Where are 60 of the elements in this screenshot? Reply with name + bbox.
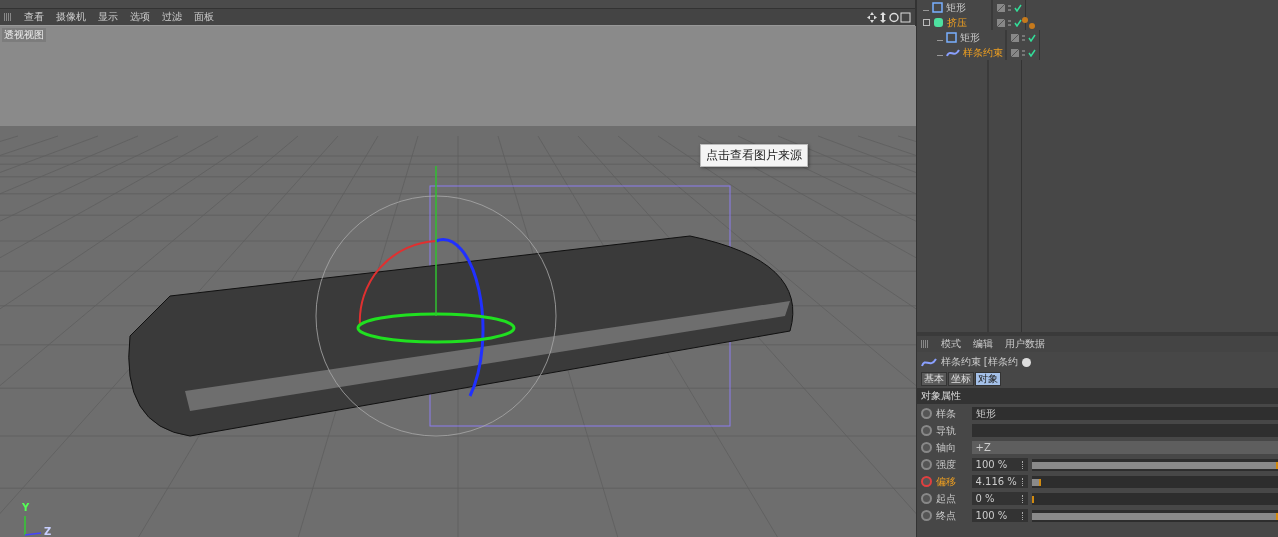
curve-icon (920, 356, 937, 368)
menu-item[interactable]: 显示 (98, 10, 118, 24)
square-icon (931, 2, 943, 13)
axis-label: Y (22, 502, 30, 513)
keyframe-circle-icon[interactable] (920, 408, 932, 419)
number-field[interactable]: 100 % (971, 458, 1028, 471)
keyframe-circle-icon[interactable] (920, 459, 932, 470)
keyframe-circle-icon[interactable] (920, 476, 932, 487)
tooltip: 点击查看图片来源 (700, 144, 808, 167)
object-row[interactable]: 矩形 (916, 0, 1278, 15)
number-field[interactable]: 4.116 % (971, 475, 1028, 488)
tab[interactable]: 对象 (974, 372, 1001, 386)
parameter-label: 起点 (935, 491, 957, 506)
object-row[interactable]: 挤压 (916, 15, 1278, 30)
grip-icon (4, 13, 12, 21)
object-title: 样条约束 [样条约 (940, 355, 1018, 369)
slider-track[interactable] (1031, 475, 1278, 488)
parameter-label: 偏移 (935, 474, 957, 489)
parameter-label: 导轨 (935, 423, 957, 438)
menu-item[interactable]: 面板 (194, 10, 214, 24)
link-field[interactable]: 矩形 (971, 407, 1278, 420)
circle-icon (1021, 357, 1031, 367)
cube-icon (932, 17, 944, 28)
object-name: 样条约束 (962, 45, 1003, 60)
tab[interactable]: 基本 (920, 372, 947, 386)
object-name: 挤压 (946, 15, 967, 30)
parameter-label: 轴向 (935, 440, 957, 455)
dropdown[interactable]: +Z (971, 441, 1278, 454)
menu-item[interactable]: 编辑 (972, 337, 993, 351)
menu-item[interactable]: 模式 (940, 337, 961, 351)
material-tag-icon[interactable] (1020, 16, 1037, 30)
parameter-label: 样条 (935, 406, 957, 421)
viewport-navigation-icon[interactable] (866, 11, 911, 23)
menu-item[interactable]: 选项 (130, 10, 150, 24)
menu-item[interactable]: 查看 (24, 10, 44, 24)
menu-item[interactable]: 过滤 (162, 10, 182, 24)
keyframe-circle-icon[interactable] (920, 425, 932, 436)
axis-label: Z (44, 526, 52, 537)
object-name: 矩形 (945, 0, 966, 15)
keyframe-circle-icon[interactable] (920, 442, 932, 453)
section-header: 对象属性 (916, 388, 1278, 404)
slider-track[interactable] (1031, 492, 1278, 505)
link-field[interactable] (971, 424, 1278, 437)
keyframe-circle-icon[interactable] (920, 510, 932, 521)
menu-item[interactable]: 用户数据 (1004, 337, 1045, 351)
collapse-icon[interactable] (922, 19, 930, 26)
tab[interactable]: 坐标 (947, 372, 974, 386)
parameter-label: 终点 (935, 508, 957, 523)
number-field[interactable]: 0 % (971, 492, 1028, 505)
curve-icon (945, 47, 960, 58)
viewport-label: 透视视图 (2, 28, 46, 42)
object-name: 矩形 (959, 30, 980, 45)
number-field[interactable]: 100 % (971, 509, 1028, 522)
object-row[interactable]: 样条约束 (916, 45, 1278, 60)
axis-indicator-icon (24, 516, 42, 536)
parameter-label: 强度 (935, 457, 957, 472)
keyframe-circle-icon[interactable] (920, 493, 932, 504)
object-row[interactable]: 矩形 (916, 30, 1278, 45)
menu-item[interactable]: 摄像机 (56, 10, 86, 24)
square-icon (945, 32, 957, 43)
